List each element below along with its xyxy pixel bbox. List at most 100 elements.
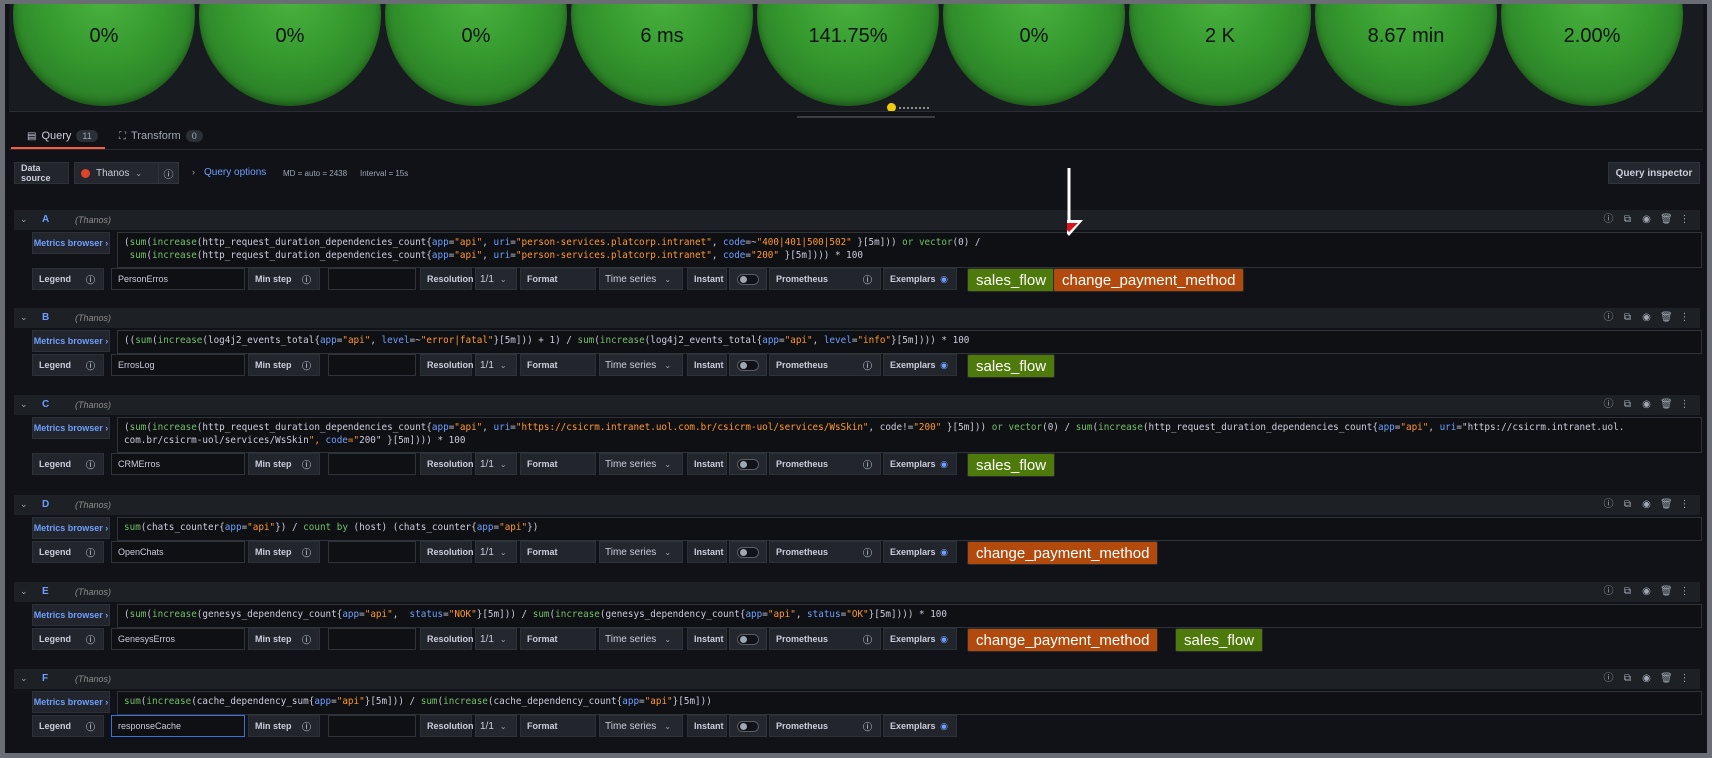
query-name[interactable]: B [42, 312, 49, 323]
tab-transform[interactable]: ⛶ Transform 0 [119, 130, 203, 142]
min-step-input[interactable] [328, 354, 416, 376]
query-inspector-button[interactable]: Query inspector [1608, 162, 1700, 184]
min-step-input[interactable] [328, 453, 416, 475]
min-step-input[interactable] [328, 715, 416, 737]
trash-icon[interactable]: 🗑 [1660, 399, 1673, 410]
resize-handle[interactable] [797, 116, 935, 118]
eye-icon[interactable]: ◉ [940, 274, 948, 285]
chevron-down-icon[interactable]: ⌄ [20, 673, 28, 684]
trash-icon[interactable]: 🗑 [1660, 312, 1673, 323]
resolution-select[interactable]: 1/1 ⌄ [475, 541, 517, 563]
resolution-select[interactable]: 1/1 ⌄ [475, 354, 517, 376]
chevron-down-icon[interactable]: ⌄ [20, 399, 28, 410]
resolution-select[interactable]: 1/1 ⌄ [475, 453, 517, 475]
metrics-browser-button[interactable]: Metrics browser › [32, 691, 110, 713]
query-header[interactable]: ⌄ D (Thanos) ⓘ ⧉ ◉ 🗑 ⋮ [14, 495, 1700, 515]
info-icon[interactable]: ⓘ [302, 720, 311, 733]
eye-icon[interactable]: ◉ [940, 547, 948, 558]
info-icon[interactable]: ⓘ [863, 633, 872, 646]
info-icon[interactable]: ⓘ [86, 273, 95, 286]
chevron-down-icon[interactable]: ⌄ [20, 312, 28, 323]
format-select[interactable]: Time series ⌄ [599, 354, 683, 376]
chevron-down-icon[interactable]: ⌄ [20, 214, 28, 225]
trash-icon[interactable]: 🗑 [1660, 586, 1673, 597]
instant-toggle[interactable] [737, 720, 759, 732]
eye-icon[interactable]: ◉ [1641, 499, 1652, 510]
min-step-input[interactable] [328, 268, 416, 290]
info-icon[interactable]: ⓘ [86, 458, 95, 471]
query-header[interactable]: ⌄ C (Thanos) ⓘ ⧉ ◉ 🗑 ⋮ [14, 395, 1700, 415]
instant-toggle[interactable] [737, 359, 759, 371]
help-button[interactable]: ⓘ [158, 162, 179, 184]
duplicate-icon[interactable]: ⧉ [1622, 499, 1633, 510]
eye-icon[interactable]: ◉ [940, 721, 948, 732]
info-icon[interactable]: ⓘ [863, 458, 872, 471]
help-icon[interactable]: ⓘ [1603, 312, 1614, 323]
info-icon[interactable]: ⓘ [86, 720, 95, 733]
format-select[interactable]: Time series ⌄ [599, 268, 683, 290]
drag-handle-icon[interactable]: ⋮ [1679, 586, 1690, 597]
info-icon[interactable]: ⓘ [302, 458, 311, 471]
eye-icon[interactable]: ◉ [1641, 399, 1652, 410]
eye-icon[interactable]: ◉ [1641, 312, 1652, 323]
format-select[interactable]: Time series ⌄ [599, 715, 683, 737]
duplicate-icon[interactable]: ⧉ [1622, 214, 1633, 225]
query-name[interactable]: D [42, 499, 49, 510]
resolution-select[interactable]: 1/1 ⌄ [475, 268, 517, 290]
duplicate-icon[interactable]: ⧉ [1622, 586, 1633, 597]
help-icon[interactable]: ⓘ [1603, 499, 1614, 510]
datasource-picker[interactable]: Thanos ⌄ [74, 162, 161, 184]
info-icon[interactable]: ⓘ [86, 546, 95, 559]
info-icon[interactable]: ⓘ [863, 359, 872, 372]
metrics-browser-button[interactable]: Metrics browser › [32, 604, 110, 626]
query-header[interactable]: ⌄ E (Thanos) ⓘ ⧉ ◉ 🗑 ⋮ [14, 582, 1700, 602]
query-name[interactable]: A [42, 214, 49, 225]
eye-icon[interactable]: ◉ [1641, 673, 1652, 684]
trash-icon[interactable]: 🗑 [1660, 673, 1673, 684]
drag-handle-icon[interactable]: ⋮ [1679, 312, 1690, 323]
help-icon[interactable]: ⓘ [1603, 214, 1614, 225]
help-icon[interactable]: ⓘ [1603, 586, 1614, 597]
eye-icon[interactable]: ◉ [940, 459, 948, 470]
legend-input[interactable]: ErrosLog [111, 354, 245, 376]
chevron-right-icon[interactable]: › [192, 167, 195, 177]
legend-input[interactable]: responseCache [111, 715, 245, 737]
info-icon[interactable]: ⓘ [863, 720, 872, 733]
eye-icon[interactable]: ◉ [940, 360, 948, 371]
format-select[interactable]: Time series ⌄ [599, 453, 683, 475]
legend-input[interactable]: OpenChats [111, 541, 245, 563]
instant-toggle[interactable] [737, 458, 759, 470]
query-expression-editor[interactable]: (sum(increase(genesys_dependency_count{a… [117, 604, 1702, 628]
min-step-input[interactable] [328, 541, 416, 563]
eye-icon[interactable]: ◉ [940, 634, 948, 645]
query-expression-editor[interactable]: ((sum(increase(log4j2_events_total{app="… [117, 330, 1702, 354]
metrics-browser-button[interactable]: Metrics browser › [32, 232, 110, 254]
chevron-down-icon[interactable]: ⌄ [20, 499, 28, 510]
eye-icon[interactable]: ◉ [1641, 214, 1652, 225]
instant-toggle[interactable] [737, 633, 759, 645]
help-icon[interactable]: ⓘ [1603, 673, 1614, 684]
drag-handle-icon[interactable]: ⋮ [1679, 214, 1690, 225]
duplicate-icon[interactable]: ⧉ [1622, 399, 1633, 410]
info-icon[interactable]: ⓘ [863, 273, 872, 286]
query-name[interactable]: F [42, 673, 48, 684]
drag-handle-icon[interactable]: ⋮ [1679, 499, 1690, 510]
info-icon[interactable]: ⓘ [86, 359, 95, 372]
info-icon[interactable]: ⓘ [86, 633, 95, 646]
query-header[interactable]: ⌄ A (Thanos) ⓘ ⧉ ◉ 🗑 ⋮ [14, 210, 1700, 230]
query-name[interactable]: E [42, 586, 49, 597]
info-icon[interactable]: ⓘ [302, 633, 311, 646]
query-expression-editor[interactable]: sum(increase(cache_dependency_sum{app="a… [117, 691, 1702, 715]
min-step-input[interactable] [328, 628, 416, 650]
help-icon[interactable]: ⓘ [1603, 399, 1614, 410]
tab-query[interactable]: ▤ Query 11 [27, 130, 98, 142]
query-options-toggle[interactable]: Query options [204, 167, 266, 178]
legend-input[interactable]: PersonErros [111, 268, 245, 290]
query-expression-editor[interactable]: (sum(increase(http_request_duration_depe… [117, 417, 1702, 453]
info-icon[interactable]: ⓘ [302, 273, 311, 286]
duplicate-icon[interactable]: ⧉ [1622, 312, 1633, 323]
info-icon[interactable]: ⓘ [302, 546, 311, 559]
query-name[interactable]: C [42, 399, 49, 410]
query-expression-editor[interactable]: (sum(increase(http_request_duration_depe… [117, 232, 1702, 268]
legend-input[interactable]: GenesysErros [111, 628, 245, 650]
